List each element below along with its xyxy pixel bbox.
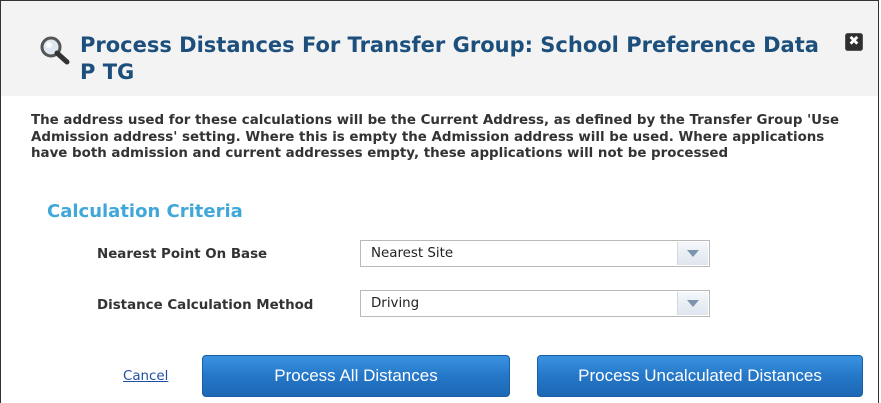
- chevron-down-icon[interactable]: [677, 292, 708, 315]
- process-uncalculated-distances-button[interactable]: Process Uncalculated Distances: [537, 355, 863, 397]
- cancel-link[interactable]: Cancel: [123, 369, 168, 384]
- chevron-down-icon[interactable]: [677, 242, 708, 265]
- calculation-criteria-heading: Calculation Criteria: [47, 201, 243, 222]
- process-all-distances-button[interactable]: Process All Distances: [202, 355, 510, 397]
- distance-method-select[interactable]: Driving: [360, 290, 710, 317]
- distance-method-value: Driving: [371, 296, 420, 311]
- dialog-title: Process Distances For Transfer Group: Sc…: [80, 33, 819, 84]
- nearest-point-select[interactable]: Nearest Site: [360, 240, 710, 267]
- dialog-header: Process Distances For Transfer Group: Sc…: [1, 1, 878, 96]
- nearest-point-label: Nearest Point On Base: [97, 247, 268, 262]
- address-description: The address used for these calculations …: [31, 113, 840, 161]
- nearest-point-value: Nearest Site: [371, 246, 454, 261]
- process-distances-dialog: Process Distances For Transfer Group: Sc…: [0, 0, 879, 403]
- distance-method-label: Distance Calculation Method: [97, 298, 314, 313]
- magnifier-icon: [40, 36, 70, 65]
- close-icon[interactable]: ✖: [845, 33, 863, 51]
